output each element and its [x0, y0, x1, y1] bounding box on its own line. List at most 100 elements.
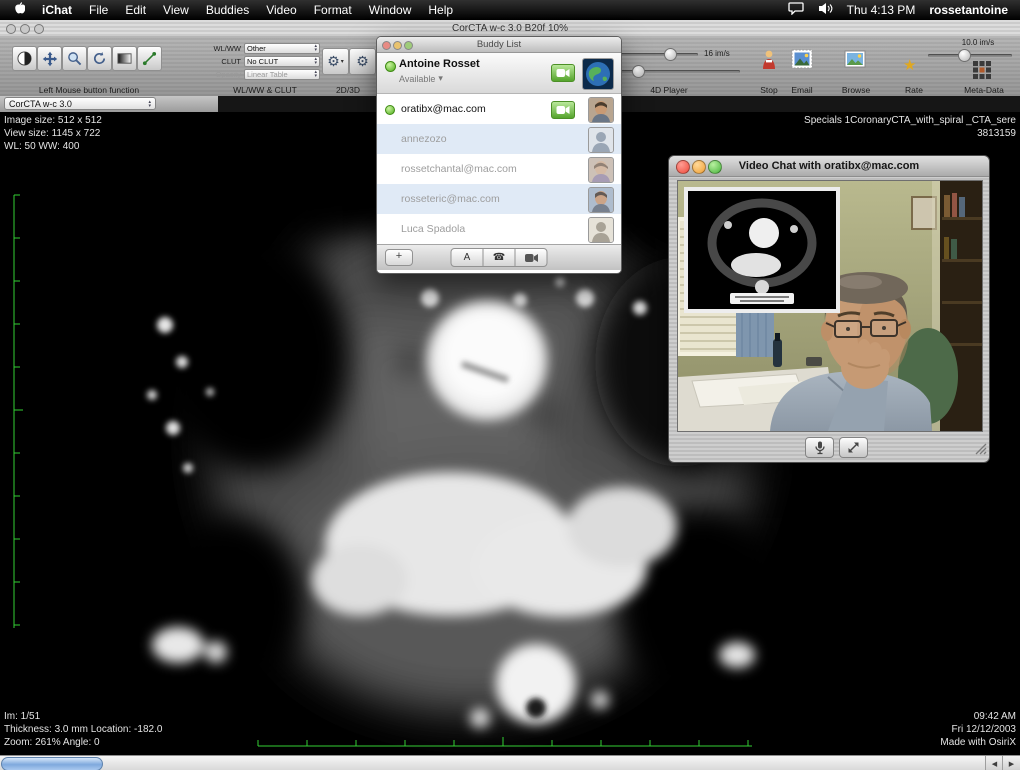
stepper-arrows-icon: ▴▾ — [314, 57, 317, 65]
stop-button[interactable] — [757, 47, 781, 76]
menu-edit[interactable]: Edit — [125, 3, 146, 17]
buddy-row[interactable]: rosseteric@mac.com — [377, 184, 621, 214]
2d3d-gear-button[interactable]: ⚙ ▾ — [322, 48, 349, 75]
menu-buddies[interactable]: Buddies — [206, 3, 249, 17]
gear-icon: ⚙ — [327, 53, 340, 70]
buddy-avatar — [588, 187, 614, 213]
buddy-row[interactable]: rossetchantal@mac.com — [377, 154, 621, 184]
close-button[interactable] — [676, 160, 690, 174]
slider-thumb[interactable] — [664, 48, 677, 61]
buddy-list-window: Buddy List Antoine Rosset Available ▾ — [376, 36, 622, 274]
pan-tool-button[interactable] — [37, 46, 62, 71]
scroll-right-button[interactable]: ▶ — [1002, 756, 1020, 770]
minimize-button[interactable] — [393, 41, 402, 50]
menubar-user[interactable]: rossetantoine — [929, 3, 1008, 17]
rotate-icon — [92, 51, 107, 66]
fullscreen-button[interactable] — [839, 437, 868, 458]
wlww-field-label: WL/WW — [205, 44, 241, 53]
resize-grip[interactable] — [974, 442, 987, 460]
buddy-row[interactable]: oratibx@mac.com — [377, 94, 621, 124]
menu-view[interactable]: View — [163, 3, 189, 17]
apple-icon — [12, 1, 25, 16]
wlww-tool-button[interactable] — [112, 46, 137, 71]
stepper-arrows-icon: ▴▾ — [314, 70, 317, 78]
wlww-group-label: WL/WW & CLUT — [200, 85, 330, 95]
video-camera-icon — [556, 68, 570, 78]
pan-icon — [42, 51, 58, 67]
clut-field-label: CLUT — [205, 57, 241, 66]
my-status-row[interactable]: Antoine Rosset Available ▾ — [377, 53, 621, 94]
chat-mode-buttons: A ☎ — [451, 248, 548, 267]
measure-tool-button[interactable] — [137, 46, 162, 71]
rotate-tool-button[interactable] — [87, 46, 112, 71]
video-chat-window: Video Chat with oratibx@mac.com — [668, 155, 990, 463]
metadata-grid-icon — [972, 60, 992, 80]
zoom-button[interactable] — [708, 160, 722, 174]
menubar: iChat File Edit View Buddies Video Forma… — [0, 0, 1020, 20]
window-zoom-button[interactable] — [34, 24, 44, 34]
audio-chat-button[interactable]: ☎ — [483, 248, 516, 267]
buddy-avatar — [588, 97, 614, 123]
menu-window[interactable]: Window — [369, 3, 412, 17]
video-chat-titlebar[interactable]: Video Chat with oratibx@mac.com — [669, 156, 989, 177]
measure-icon — [142, 51, 157, 66]
buddy-name: annezozo — [401, 133, 447, 145]
buddy-rows: oratibx@mac.com annezozo — [377, 94, 621, 244]
metadata-button[interactable] — [972, 60, 992, 85]
buddy-avatar — [588, 217, 614, 243]
opacity-field: Opacity Linear Table ▴▾ — [205, 68, 320, 80]
contrast-tool-button[interactable] — [12, 46, 37, 71]
osirix-titlebar[interactable]: CorCTA w-c 3.0 B20f 10% — [0, 20, 1020, 37]
volume-icon[interactable] — [818, 2, 833, 18]
rate-button[interactable]: ★ — [903, 56, 916, 74]
wlww-select[interactable]: Other ▴▾ — [244, 43, 320, 54]
rate-slider[interactable] — [928, 49, 1012, 61]
text-chat-button[interactable]: A — [451, 248, 484, 267]
buddy-row[interactable]: annezozo — [377, 124, 621, 154]
series-popup[interactable]: CorCTA w-c 3.0 ▴▾ — [4, 97, 156, 110]
overlay-bottom-left: Im: 1/51 Thickness: 3.0 mm Location: -18… — [4, 710, 162, 749]
slider-thumb[interactable] — [632, 65, 645, 78]
zoom-button[interactable] — [404, 41, 413, 50]
opacity-select[interactable]: Linear Table ▴▾ — [244, 69, 320, 80]
window-minimize-button[interactable] — [20, 24, 30, 34]
fullscreen-arrows-icon — [847, 441, 860, 454]
video-chat-button[interactable] — [515, 248, 548, 267]
overlay-top-right: Specials 1CoronaryCTA_with_spiral _CTA_s… — [804, 114, 1016, 140]
my-video-button[interactable] — [551, 64, 575, 82]
buddy-avatar — [588, 127, 614, 153]
mute-button[interactable] — [805, 437, 834, 458]
menu-format[interactable]: Format — [314, 3, 352, 17]
slider-thumb[interactable] — [958, 49, 971, 62]
my-status[interactable]: Available ▾ — [399, 73, 443, 84]
buddy-row[interactable]: Luca Spadola — [377, 214, 621, 244]
window-close-button[interactable] — [6, 24, 16, 34]
minimize-button[interactable] — [692, 160, 706, 174]
stop-icon — [757, 47, 781, 71]
add-buddy-button[interactable]: + — [385, 249, 413, 266]
menubar-clock[interactable]: Thu 4:13 PM — [847, 3, 916, 17]
overlay-bottom-right: 09:42 AM Fri 12/12/2003 Made with OsiriX — [940, 710, 1016, 749]
scrollbar-thumb[interactable] — [1, 757, 103, 770]
buddy-video-button[interactable] — [551, 101, 575, 119]
2d3d-gear-button-2[interactable]: ⚙ — [349, 48, 376, 75]
buddy-list-titlebar[interactable]: Buddy List — [377, 37, 621, 53]
chat-bubble-icon[interactable] — [788, 2, 804, 18]
email-button[interactable] — [790, 47, 814, 76]
horizontal-scrollbar[interactable]: ◀ ▶ — [0, 755, 1020, 770]
menu-help[interactable]: Help — [428, 3, 453, 17]
video-chat-title: Video Chat with oratibx@mac.com — [739, 160, 919, 172]
menu-file[interactable]: File — [89, 3, 108, 17]
menu-app-name[interactable]: iChat — [42, 3, 72, 17]
clut-select[interactable]: No CLUT ▴▾ — [244, 56, 320, 67]
clut-field: CLUT No CLUT ▴▾ — [205, 55, 320, 67]
close-button[interactable] — [382, 41, 391, 50]
phone-icon: ☎ — [493, 252, 505, 263]
scroll-left-button[interactable]: ◀ — [985, 756, 1003, 770]
apple-menu[interactable] — [12, 1, 25, 19]
menu-video[interactable]: Video — [266, 3, 296, 17]
browse-button[interactable] — [843, 47, 867, 76]
buddy-name: Luca Spadola — [401, 223, 465, 235]
email-stamp-icon — [790, 47, 814, 71]
zoom-tool-button[interactable] — [62, 46, 87, 71]
